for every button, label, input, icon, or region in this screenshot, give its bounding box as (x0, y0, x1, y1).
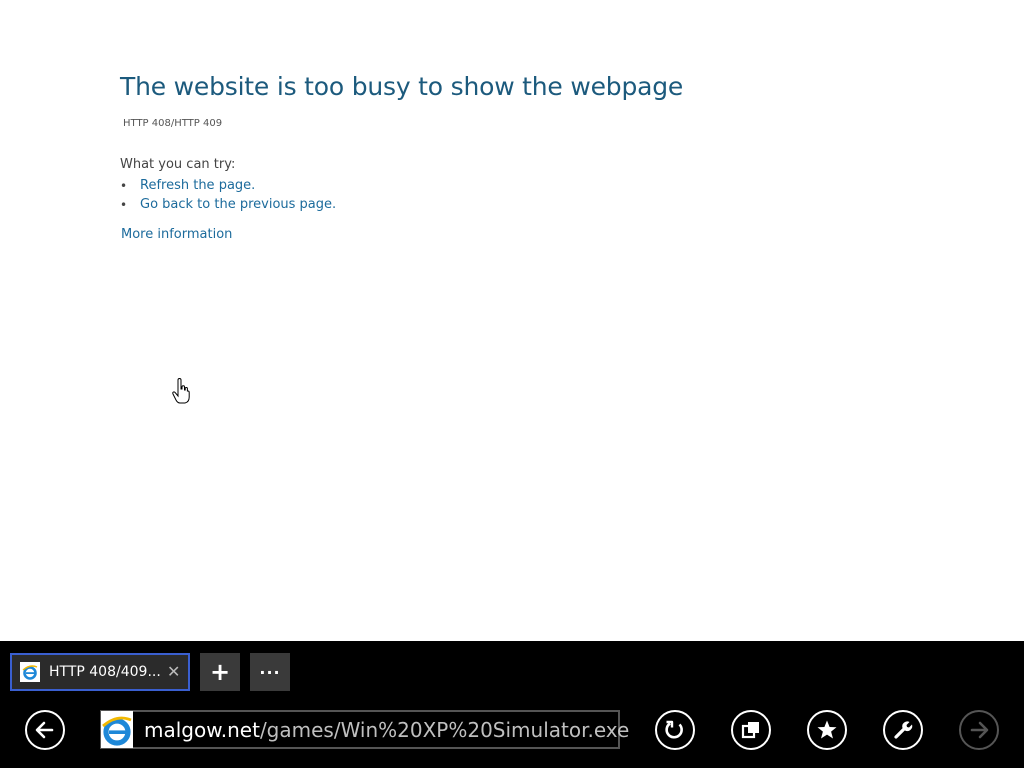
back-arrow-icon (35, 721, 54, 739)
pin-icon (741, 722, 759, 739)
ie-logo-icon (101, 711, 133, 748)
url-path: /games/Win%20XP%20Simulator.exe (259, 717, 630, 742)
bullet: • (120, 178, 128, 193)
new-tab-button[interactable]: + (200, 653, 240, 691)
url-text[interactable]: malgow.net/games/Win%20XP%20Simulator.ex… (144, 718, 629, 742)
close-tab-icon[interactable]: ✕ (167, 664, 180, 680)
tools-button[interactable] (883, 710, 923, 750)
refresh-icon (665, 720, 683, 739)
forward-arrow-icon (970, 721, 989, 739)
url-domain: malgow.net (144, 717, 260, 742)
wrench-icon (894, 721, 913, 739)
pin-button[interactable] (731, 710, 771, 750)
page-title: The website is too busy to show the webp… (120, 72, 684, 101)
suggestions-heading: What you can try: (120, 157, 236, 172)
forward-button[interactable] (959, 710, 999, 750)
go-back-link[interactable]: Go back to the previous page. (140, 197, 336, 212)
bullet: • (120, 197, 128, 212)
star-icon (817, 720, 837, 739)
tab-active[interactable]: HTTP 408/409... ✕ (10, 653, 190, 691)
error-page: The website is too busy to show the webp… (0, 0, 1024, 641)
more-information-link[interactable]: More information (121, 227, 232, 242)
tab-options-button[interactable]: ··· (250, 653, 290, 691)
error-code: HTTP 408/HTTP 409 (123, 118, 223, 129)
tab-title: HTTP 408/409... (49, 664, 161, 680)
back-button[interactable] (25, 710, 65, 750)
refresh-page-link[interactable]: Refresh the page. (140, 178, 255, 193)
refresh-button[interactable] (655, 710, 695, 750)
ie-logo-icon (20, 662, 40, 682)
list-item: • Refresh the page. (120, 176, 336, 195)
address-bar[interactable]: malgow.net/games/Win%20XP%20Simulator.ex… (100, 710, 629, 749)
hand-cursor-icon (172, 378, 190, 404)
list-item: • Go back to the previous page. (120, 195, 336, 214)
suggestions-list: • Refresh the page. • Go back to the pre… (120, 176, 336, 214)
favorites-button[interactable] (807, 710, 847, 750)
